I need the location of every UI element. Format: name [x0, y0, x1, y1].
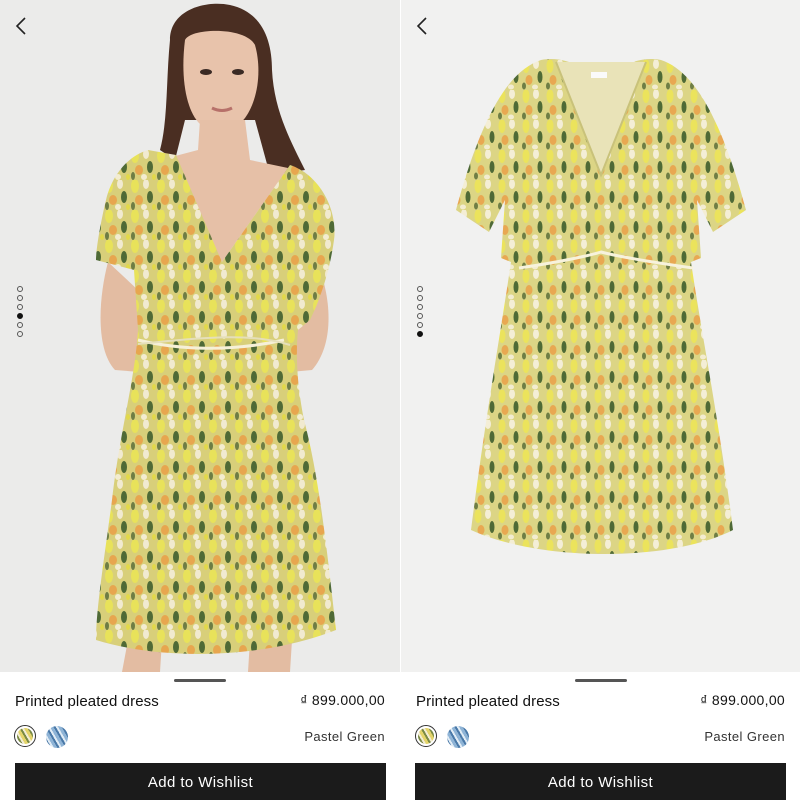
- pager-dot[interactable]: [17, 322, 23, 328]
- product-name: Printed pleated dress: [15, 693, 159, 710]
- product-name: Printed pleated dress: [416, 693, 560, 710]
- sheet-drag-handle[interactable]: [574, 679, 627, 682]
- product-price: ₫ 899.000,00: [300, 692, 385, 708]
- add-to-wishlist-button[interactable]: Add to Wishlist: [415, 763, 786, 800]
- flatlay-image: [456, 59, 746, 555]
- chevron-left-icon: [416, 17, 427, 35]
- pager-dot[interactable]: [417, 295, 423, 301]
- product-photo-model[interactable]: [0, 0, 400, 672]
- pager-dot[interactable]: [417, 286, 423, 292]
- pager-dot[interactable]: [17, 331, 23, 337]
- swatch-yellow-floral[interactable]: [14, 725, 36, 747]
- color-swatches: [415, 725, 469, 748]
- model-image: [96, 3, 336, 672]
- pager-dot[interactable]: [17, 304, 23, 310]
- back-button[interactable]: [411, 14, 433, 38]
- sheet-drag-handle[interactable]: [174, 679, 226, 682]
- image-pager[interactable]: [417, 286, 423, 337]
- pager-dot-active[interactable]: [17, 313, 23, 319]
- image-pager[interactable]: [17, 286, 23, 337]
- pager-dot[interactable]: [17, 286, 23, 292]
- product-photo-flatlay[interactable]: [401, 0, 800, 672]
- pager-dot[interactable]: [417, 313, 423, 319]
- pager-dot-active[interactable]: [417, 331, 423, 337]
- product-price: ₫ 899.000,00: [700, 692, 785, 708]
- pager-dot[interactable]: [417, 322, 423, 328]
- selected-color-name: Pastel Green: [304, 729, 385, 744]
- back-button[interactable]: [10, 14, 32, 38]
- swatch-blue-floral[interactable]: [46, 726, 68, 748]
- product-panel-left: Printed pleated dress ₫ 899.000,00 Paste…: [0, 0, 400, 800]
- chevron-left-icon: [15, 17, 26, 35]
- selected-color-name: Pastel Green: [704, 729, 785, 744]
- product-panel-right: Printed pleated dress ₫ 899.000,00 Paste…: [401, 0, 800, 800]
- pager-dot[interactable]: [417, 304, 423, 310]
- swatch-blue-floral[interactable]: [447, 726, 469, 748]
- pager-dot[interactable]: [17, 295, 23, 301]
- swatch-yellow-floral[interactable]: [415, 725, 437, 747]
- add-to-wishlist-button[interactable]: Add to Wishlist: [15, 763, 386, 800]
- color-swatches: [14, 725, 68, 748]
